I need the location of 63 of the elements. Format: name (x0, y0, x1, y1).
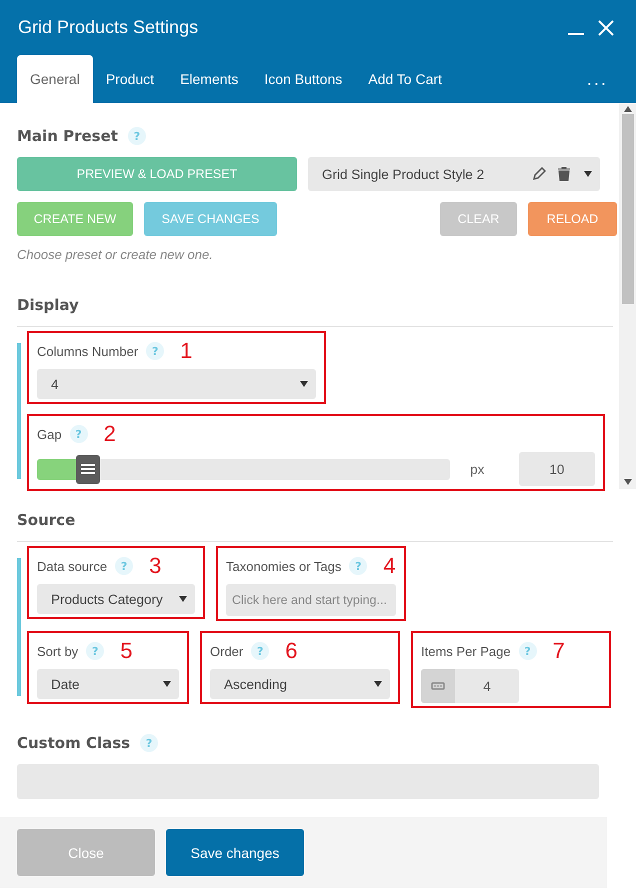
select-field[interactable]: Ascending (210, 669, 390, 699)
caret-icon (584, 171, 592, 177)
trash-icon[interactable] (558, 167, 570, 181)
more-tabs[interactable]: ... (586, 55, 608, 103)
scroll-down-icon[interactable] (624, 479, 632, 485)
slider-handle[interactable] (76, 454, 100, 484)
help-icon[interactable]: ? (251, 642, 270, 660)
preset-action-button[interactable]: SAVE CHANGES (144, 202, 277, 236)
select-field[interactable]: 4 (37, 369, 316, 399)
section-title: Custom Class (17, 734, 130, 752)
field-label: Data source (37, 558, 108, 574)
annotation-number: 1 (180, 341, 192, 361)
scrollbar-thumb[interactable] (622, 114, 634, 304)
field-label: Sort by (37, 644, 78, 658)
section-title: Display (17, 296, 79, 314)
caret-icon (374, 681, 382, 687)
field-label: Order (210, 644, 244, 658)
caret-icon (300, 381, 308, 387)
unit-label: px (470, 462, 486, 476)
tab[interactable]: Icon Buttons (251, 55, 356, 103)
hint-text: Choose preset or create new one. (17, 247, 214, 262)
help-icon[interactable]: ? (349, 557, 368, 575)
annotation-number: 6 (285, 641, 298, 661)
tab[interactable]: Add To Cart (355, 55, 455, 103)
annotation-number: 3 (149, 556, 162, 576)
number-field[interactable]: 4 (421, 669, 519, 703)
help-icon[interactable]: ? (86, 642, 104, 660)
caret-icon (163, 681, 171, 687)
section-title: Source (17, 511, 76, 529)
field-label: Gap (37, 426, 62, 442)
help-icon[interactable]: ? (70, 425, 88, 443)
input-field[interactable]: Click here and start typing... (226, 584, 396, 616)
pencil-icon[interactable] (532, 167, 546, 181)
select-field[interactable]: Date (37, 669, 179, 699)
annotation-number: 7 (552, 641, 565, 661)
preview-button[interactable]: PREVIEW & LOAD PRESET (17, 157, 297, 191)
window-title: Grid Products Settings (18, 17, 200, 38)
preset-action-button[interactable]: CREATE NEW (17, 202, 133, 236)
help-icon[interactable]: ? (140, 734, 158, 752)
scroll-up-icon[interactable] (624, 106, 632, 112)
annotation-number: 2 (104, 424, 116, 444)
caret-icon (179, 596, 187, 602)
annotation-number: 4 (383, 556, 396, 576)
field-label: Items Per Page (421, 644, 511, 658)
field-label: Taxonomies or Tags (226, 558, 342, 574)
grip-icon (431, 682, 445, 690)
tab[interactable]: Product (92, 55, 168, 103)
help-icon[interactable]: ? (146, 342, 164, 360)
help-icon[interactable]: ? (115, 557, 134, 575)
preset-action-button[interactable]: RELOAD (528, 202, 617, 236)
annotation-number: 5 (120, 641, 132, 661)
help-icon[interactable]: ? (128, 127, 146, 145)
preset-select[interactable]: Grid Single Product Style 2 (308, 157, 600, 191)
section-title: Main Preset (17, 127, 118, 145)
footer-button[interactable]: Close (17, 829, 155, 876)
select-field[interactable]: Products Category (37, 584, 195, 614)
close-icon[interactable] (598, 20, 614, 36)
tab[interactable]: Elements (167, 55, 252, 103)
field-label: Columns Number (37, 344, 138, 358)
value-field[interactable]: 10 (518, 452, 595, 486)
tab[interactable]: General (17, 55, 93, 103)
footer-button[interactable]: Save changes (166, 829, 304, 876)
help-icon[interactable]: ? (518, 642, 537, 660)
